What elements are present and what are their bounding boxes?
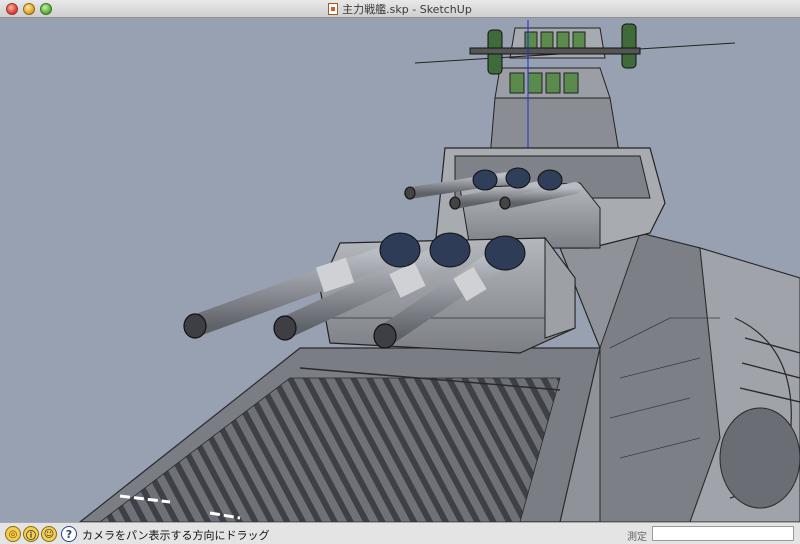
user-icon[interactable]: ☺ <box>41 526 57 542</box>
geo-location-icon[interactable]: ◎ <box>5 526 21 542</box>
front-turret <box>183 232 576 354</box>
measure-input[interactable] <box>652 526 794 541</box>
measure-label: 測定 <box>627 532 647 543</box>
deck <box>79 347 601 522</box>
title-bar[interactable]: 主力戦艦.skp - SketchUp <box>0 0 800 18</box>
status-message: カメラをパン表示する方向にドラッグ <box>82 529 270 542</box>
model-viewport[interactable] <box>0 18 800 522</box>
battleship-model <box>79 20 800 522</box>
credits-icon[interactable]: ⓘ <box>23 526 39 542</box>
sketchup-file-icon <box>328 3 339 15</box>
help-icon[interactable]: ? <box>61 526 77 542</box>
title-wrap: 主力戦艦.skp - SketchUp <box>0 0 800 18</box>
window-title: 主力戦艦.skp - SketchUp <box>342 3 472 16</box>
status-bar: ◎ ⓘ ☺ ? カメラをパン表示する方向にドラッグ 測定 <box>0 522 800 544</box>
sketchup-window: 主力戦艦.skp - SketchUp ◎ ⓘ ☺ ? カメラをパン表示する方向… <box>0 0 800 544</box>
